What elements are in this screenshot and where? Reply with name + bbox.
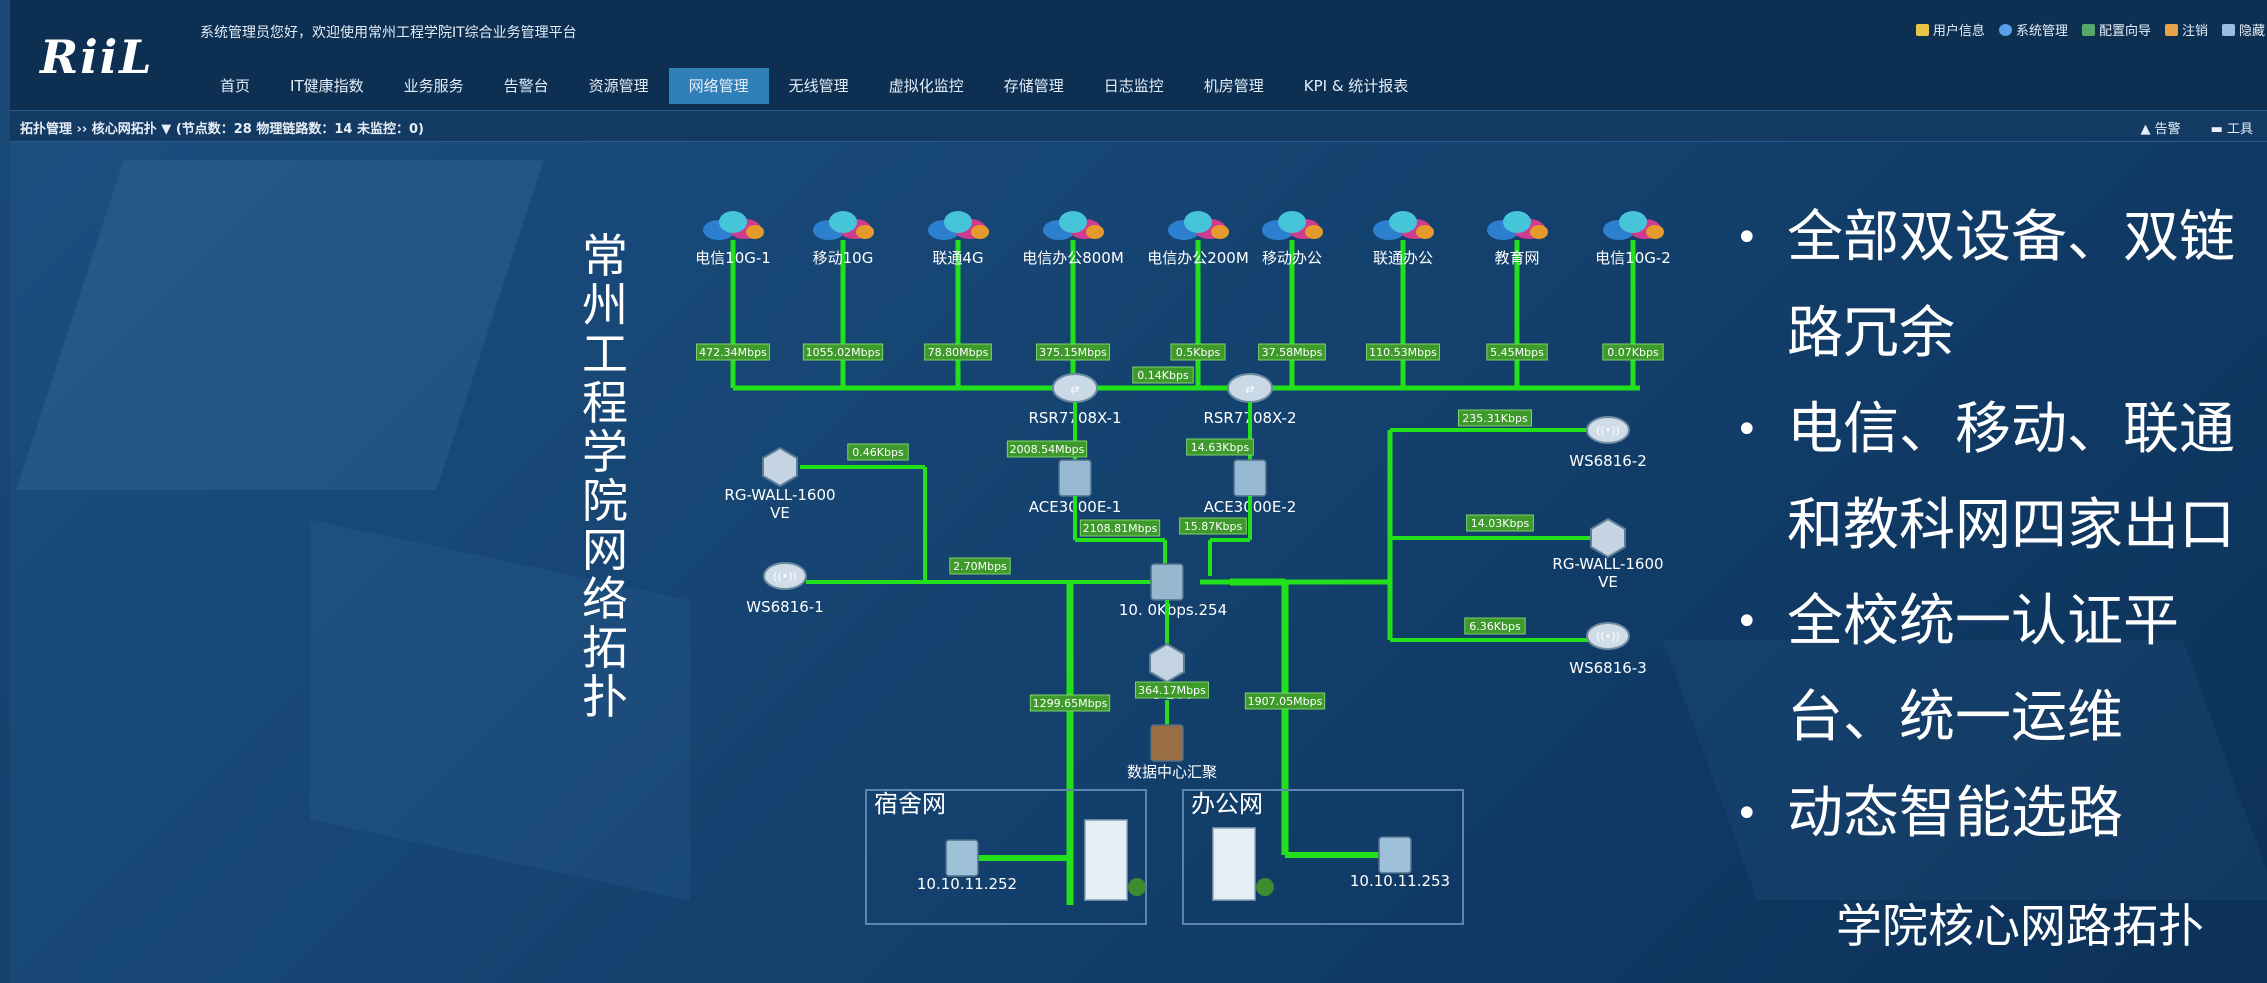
cloud-icon	[971, 225, 989, 239]
bandwidth-label: 6.36Kbps	[1469, 620, 1521, 633]
firewall-icon[interactable]	[1590, 517, 1626, 559]
bandwidth-label: 1299.65Mbps	[1033, 697, 1108, 710]
cloud-icon	[746, 225, 764, 239]
zone-label: 宿舍网	[874, 790, 946, 818]
bandwidth-label: 235.31Kbps	[1462, 412, 1528, 425]
bandwidth-label: 472.34Mbps	[699, 346, 767, 359]
cloud-label: 移动10G	[813, 249, 874, 267]
router-glyph: ⇄	[1245, 383, 1254, 396]
firewall-label: RG-WALL-1600	[724, 486, 835, 504]
router-glyph: ⇄	[1070, 383, 1079, 396]
switch-icon[interactable]	[1378, 836, 1412, 874]
datacenter-label: 数据中心汇聚	[1127, 763, 1217, 781]
firewall-icon[interactable]	[1149, 642, 1185, 684]
wireless-label: WS6816-1	[746, 598, 823, 616]
bandwidth-label: 364.17Mbps	[1138, 684, 1206, 697]
bandwidth-label: 0.5Kbps	[1176, 346, 1221, 359]
cloud-icon	[1278, 211, 1306, 233]
bandwidth-label: 14.03Kbps	[1471, 517, 1530, 530]
bandwidth-label: 375.15Mbps	[1039, 346, 1107, 359]
wifi-glyph: ((•))	[1596, 424, 1620, 437]
bandwidth-label: 15.87Kbps	[1184, 520, 1243, 533]
bullet-item: 动态智能选路	[1735, 766, 2260, 862]
wireless-label: WS6816-3	[1569, 659, 1646, 677]
cloud-label: 电信10G-1	[695, 249, 771, 267]
cloud-icon	[1211, 225, 1229, 239]
cloud-label: 电信10G-2	[1595, 249, 1671, 267]
bullet-item: 全校统一认证平台、统一运维	[1735, 574, 2260, 766]
cloud-icon	[1086, 225, 1104, 239]
cloud-icon	[1305, 225, 1323, 239]
ip-label: 10.10.11.253	[1350, 872, 1450, 890]
bandwidth-label: 0.14Kbps	[1137, 369, 1189, 382]
core-switch-icon[interactable]	[1150, 563, 1184, 601]
building-icon	[1084, 819, 1128, 901]
bullet-item: 电信、移动、联通和教科网四家出口	[1735, 382, 2260, 574]
cloud-label: 联通4G	[932, 249, 983, 267]
cloud-icon	[1646, 225, 1664, 239]
cloud-icon	[856, 225, 874, 239]
bandwidth-label: 0.07Kbps	[1607, 346, 1659, 359]
ip-label: 10.10.11.252	[917, 875, 1017, 893]
wireless-label: WS6816-2	[1569, 452, 1646, 470]
firewall-label: RG-WALL-1600	[1552, 555, 1663, 573]
bandwidth-label: 5.45Mbps	[1490, 346, 1544, 359]
cloud-icon	[1503, 211, 1531, 233]
cloud-icon	[1619, 211, 1647, 233]
cloud-icon	[1389, 211, 1417, 233]
cloud-label: 教育网	[1494, 249, 1539, 267]
zone-label: 办公网	[1191, 790, 1263, 818]
wifi-glyph: ((•))	[1596, 630, 1620, 643]
ace-icon[interactable]	[1058, 459, 1092, 497]
cloud-icon	[1416, 225, 1434, 239]
cloud-label: 电信办公800M	[1022, 249, 1124, 267]
bandwidth-label: 2008.54Mbps	[1010, 443, 1085, 456]
cloud-icon	[829, 211, 857, 233]
bandwidth-label: 2108.81Mbps	[1083, 522, 1158, 535]
firewall-icon[interactable]	[762, 446, 798, 488]
cloud-label: 电信办公200M	[1147, 249, 1249, 267]
bandwidth-label: 14.63Kbps	[1191, 441, 1250, 454]
ace-icon[interactable]	[1233, 459, 1267, 497]
wifi-glyph: ((•))	[773, 570, 797, 583]
bandwidth-label: 78.80Mbps	[928, 346, 989, 359]
bandwidth-label: 37.58Mbps	[1262, 346, 1323, 359]
bandwidth-label: 110.53Mbps	[1369, 346, 1437, 359]
cloud-icon	[1184, 211, 1212, 233]
bandwidth-label: 1055.02Mbps	[806, 346, 881, 359]
cloud-label: 移动办公	[1262, 249, 1322, 267]
switch-icon[interactable]	[945, 839, 979, 877]
bandwidth-label: 1907.05Mbps	[1248, 695, 1323, 708]
tree-icon	[1256, 878, 1274, 896]
firewall-label: VE	[770, 504, 790, 522]
cloud-icon	[1530, 225, 1548, 239]
datacenter-icon[interactable]	[1150, 724, 1184, 762]
bullet-list: 全部双设备、双链路冗余 电信、移动、联通和教科网四家出口 全校统一认证平台、统一…	[1735, 190, 2260, 862]
firewall-label: VE	[1598, 573, 1618, 591]
bullet-item: 全部双设备、双链路冗余	[1735, 190, 2260, 382]
bandwidth-label: 2.70Mbps	[953, 560, 1007, 573]
cloud-icon	[1059, 211, 1087, 233]
cloud-icon	[944, 211, 972, 233]
bandwidth-label: 0.46Kbps	[852, 446, 904, 459]
caption: 学院核心网路拓扑	[1836, 899, 2204, 953]
cloud-label: 联通办公	[1373, 249, 1433, 267]
building-icon	[1212, 827, 1256, 901]
cloud-icon	[719, 211, 747, 233]
tree-icon	[1128, 878, 1146, 896]
core-label: 10. 0Kbps.254	[1119, 601, 1227, 619]
